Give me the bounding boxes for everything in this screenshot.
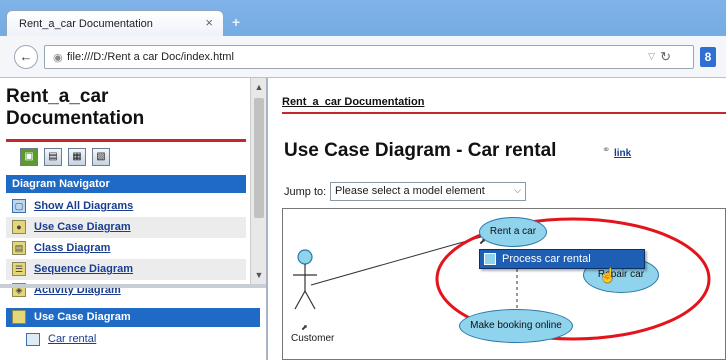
actor-figure	[293, 249, 317, 310]
diagram-icon	[26, 333, 40, 346]
nav-item-label[interactable]: Sequence Diagram	[34, 263, 133, 275]
link-icon: ⚭	[602, 145, 611, 156]
browser-tab[interactable]: Rent_a_car Documentation ×	[6, 10, 224, 36]
use-case-diagram-section-header: Use Case Diagram	[6, 308, 260, 327]
back-arrow-icon[interactable]: ←	[14, 45, 38, 69]
popup-item-label[interactable]: Process car rental	[502, 253, 591, 265]
page-icon: ◉	[53, 52, 63, 64]
diagrams-icon: ▢	[12, 199, 26, 213]
actor-label: Customer	[291, 333, 335, 344]
scroll-up-icon[interactable]: ▲	[251, 82, 267, 92]
tab-title: Rent_a_car Documentation	[19, 18, 153, 30]
nav-item-class-diagram[interactable]: ▤ Class Diagram	[6, 238, 246, 259]
tab-close-icon[interactable]: ×	[205, 15, 213, 30]
new-tab-button[interactable]: +	[232, 14, 240, 30]
nav-item-use-case-diagram[interactable]: ● Use Case Diagram	[6, 217, 246, 238]
association-line	[310, 236, 482, 286]
class-diagram-icon: ▤	[12, 241, 26, 255]
nav-item-label[interactable]: Show All Diagrams	[34, 200, 133, 212]
doc-title: Rent_a_car Documentation	[6, 86, 145, 129]
jump-to-selected-value: Please select a model element	[335, 185, 485, 197]
scroll-down-icon[interactable]: ▼	[251, 270, 267, 280]
browser-chrome: Rent_a_car Documentation × + ← ◉ file://…	[0, 0, 726, 78]
navigation-bar: ← ◉ file:///D:/Rent a car Doc/index.html…	[0, 36, 726, 78]
package-tab-icon[interactable]: ▧	[92, 148, 110, 166]
context-popup-process-car-rental[interactable]: Process car rental	[479, 249, 645, 269]
hand-cursor-icon: ☝	[599, 267, 617, 283]
link-arrow-icon[interactable]: ⬈	[479, 237, 486, 246]
use-case-make-booking-online[interactable]: Make booking online	[459, 309, 573, 343]
nav-item-label[interactable]: Use Case Diagram	[34, 221, 131, 233]
diagram-navigator-header: Diagram Navigator	[6, 175, 246, 193]
address-bar[interactable]: ◉ file:///D:/Rent a car Doc/index.html ▽…	[44, 45, 694, 69]
pane-splitter[interactable]	[0, 284, 266, 288]
extension-icon[interactable]: 8	[700, 47, 716, 67]
jump-to-label: Jump to:	[284, 186, 327, 198]
page-title: Use Case Diagram - Car rental	[284, 140, 557, 161]
left-pane: Rent_a_car Documentation ▣ ▤ ▦ ▧ Diagram…	[0, 78, 268, 360]
reload-icon[interactable]: ↻	[660, 49, 671, 65]
use-case-diagram-icon	[12, 310, 26, 324]
nav-item-show-all-diagrams[interactable]: ▢ Show All Diagrams	[6, 196, 246, 217]
title-divider	[6, 139, 246, 142]
use-case-diagram-icon: ●	[12, 220, 26, 234]
content-pane: Rent_a_car Documentation Use Case Diagra…	[270, 78, 726, 360]
chevron-down-icon: ⌵	[514, 185, 521, 195]
model-explorer-tab-icon[interactable]: ▤	[44, 148, 62, 166]
nav-item-sequence-diagram[interactable]: ☰ Sequence Diagram	[6, 259, 246, 280]
address-dropdown-icon[interactable]: ▽	[648, 51, 655, 62]
class-tab-icon[interactable]: ▦	[68, 148, 86, 166]
use-case-icon	[484, 253, 496, 265]
section-header-label: Use Case Diagram	[34, 311, 131, 323]
use-case-diagram-canvas[interactable]: Rent a car Repair car Make booking onlin…	[282, 208, 726, 360]
sequence-diagram-icon: ☰	[12, 262, 26, 276]
diagram-navigator-tab-icon[interactable]: ▣	[20, 148, 38, 166]
breadcrumb[interactable]: Rent_a_car Documentation	[282, 96, 424, 108]
permalink[interactable]: link	[614, 148, 631, 159]
link-arrow-icon[interactable]: ⬈	[301, 323, 308, 332]
use-case-rent-a-car[interactable]: Rent a car	[479, 217, 547, 247]
diagram-item-label[interactable]: Car rental	[48, 333, 96, 345]
jump-to-select[interactable]: Please select a model element ⌵	[330, 182, 526, 201]
url-text[interactable]: file:///D:/Rent a car Doc/index.html	[67, 51, 234, 63]
breadcrumb-divider	[282, 112, 726, 114]
navigator-scrollbar[interactable]: ▲ ▼	[250, 78, 266, 284]
scroll-thumb[interactable]	[254, 98, 264, 218]
nav-item-label[interactable]: Class Diagram	[34, 242, 110, 254]
